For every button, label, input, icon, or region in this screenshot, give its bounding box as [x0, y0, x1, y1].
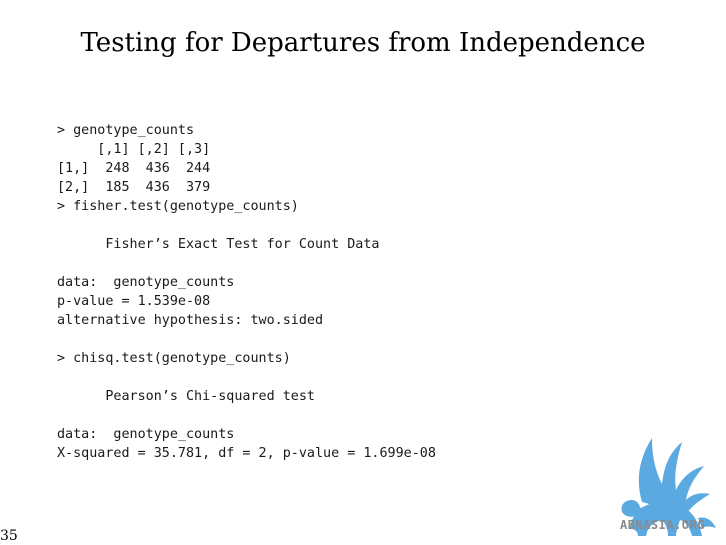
- r-console-output: > genotype_counts [,1] [,2] [,3] [1,] 24…: [57, 121, 436, 463]
- console-line-matrix-row-2: [2,] 185 436 379: [57, 180, 211, 195]
- console-line-matrix-header: [,1] [,2] [,3]: [57, 142, 211, 157]
- console-line-command: > fisher.test(genotype_counts): [57, 199, 299, 214]
- console-line-alternative: alternative hypothesis: two.sided: [57, 313, 324, 328]
- console-line-statistic: X-squared = 35.781, df = 2, p-value = 1.…: [57, 446, 436, 461]
- console-line-data: data: genotype_counts: [57, 275, 235, 290]
- console-line-command: > genotype_counts: [57, 123, 195, 138]
- console-line-command: > chisq.test(genotype_counts): [57, 351, 291, 366]
- console-line-p-value: p-value = 1.539e-08: [57, 294, 211, 309]
- console-line-test-name: Pearson’s Chi-squared test: [57, 389, 315, 404]
- slide-title: Testing for Departures from Independence: [80, 28, 646, 58]
- console-line-matrix-row-1: [1,] 248 436 244: [57, 161, 211, 176]
- page-number: 35: [0, 528, 18, 544]
- console-line-test-name: Fisher’s Exact Test for Count Data: [57, 237, 380, 252]
- console-line-data: data: genotype_counts: [57, 427, 235, 442]
- watermark-text: ABNASIA.ORG: [620, 518, 705, 532]
